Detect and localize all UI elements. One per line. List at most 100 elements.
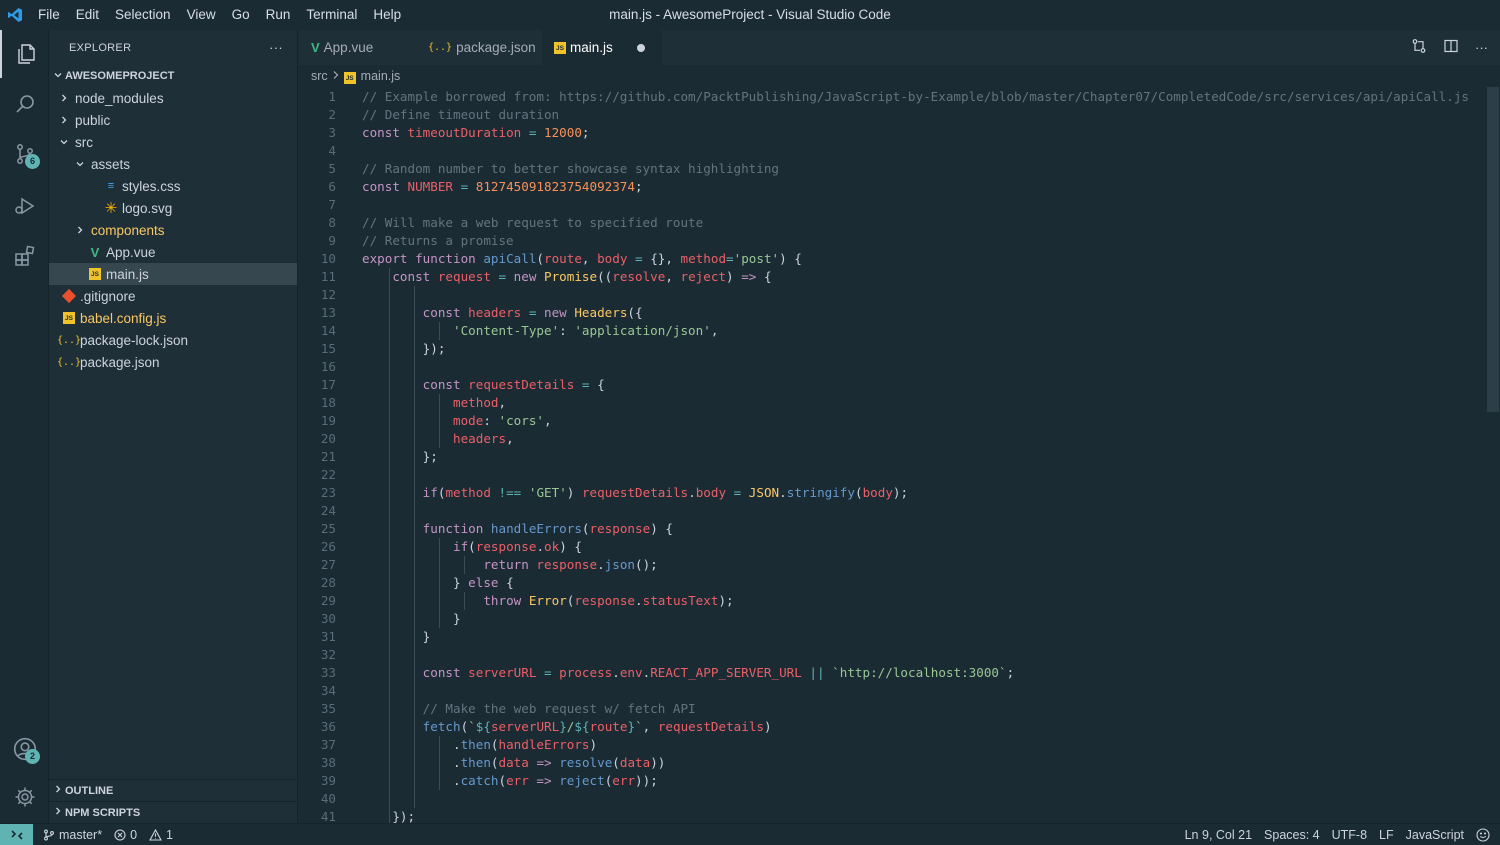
code-token: stringify (786, 485, 855, 500)
explorer-title: EXPLORER (69, 41, 132, 54)
file-item[interactable]: {..} package.json (49, 351, 297, 373)
code-token: method (680, 251, 727, 266)
code-token: then (460, 737, 491, 752)
more-actions-icon[interactable]: ··· (1475, 40, 1488, 55)
branch-status[interactable]: master* (37, 828, 108, 842)
code-line: 32 (299, 646, 1489, 664)
indentation[interactable]: Spaces: 4 (1258, 828, 1326, 842)
scm-badge: 6 (25, 154, 40, 169)
code-line: 31 } (299, 628, 1489, 646)
folder-item[interactable]: public (49, 109, 297, 131)
indent-guide (414, 286, 415, 808)
line-number: 8 (328, 215, 336, 230)
code-token: const (422, 665, 469, 680)
file-item[interactable]: JS main.js (49, 263, 297, 285)
line-number: 30 (320, 611, 336, 626)
code-token: statusText (642, 593, 719, 608)
editor-tab[interactable]: {..} package.json (416, 30, 542, 65)
file-item[interactable]: JS babel.config.js (49, 307, 297, 329)
code-line: 15 }); (299, 340, 1489, 358)
file-item[interactable]: ≡ styles.css (49, 175, 297, 197)
npm-scripts-section-header[interactable]: NPM SCRIPTS (49, 801, 298, 823)
search-icon[interactable] (0, 80, 49, 128)
problems-status[interactable]: 0 1 (108, 828, 179, 842)
file-item[interactable]: {..} package-lock.json (49, 329, 297, 351)
menu-run[interactable]: Run (258, 0, 299, 30)
menu-view[interactable]: View (179, 0, 224, 30)
line-text: function handleErrors(response) { (362, 520, 673, 538)
extensions-icon[interactable] (0, 232, 49, 280)
cursor-position[interactable]: Ln 9, Col 21 (1179, 828, 1258, 842)
explorer-icon[interactable] (0, 30, 49, 78)
menu-go[interactable]: Go (224, 0, 258, 30)
settings-gear-icon[interactable] (0, 773, 49, 821)
project-section-header[interactable]: AWESOMEPROJECT (49, 65, 297, 87)
code-token: const (362, 125, 408, 140)
folder-item[interactable]: node_modules (49, 87, 297, 109)
line-number: 21 (320, 449, 336, 464)
code-token: (( (597, 269, 613, 284)
code-token: handleErrors (498, 737, 590, 752)
menu-file[interactable]: File (30, 0, 68, 30)
breadcrumb-file[interactable]: main.js (361, 69, 401, 83)
menu-selection[interactable]: Selection (107, 0, 179, 30)
code-token: catch (460, 773, 499, 788)
run-debug-icon[interactable] (0, 182, 49, 230)
folder-item[interactable]: components (49, 219, 297, 241)
code-token: ${ (475, 719, 491, 734)
code-token: = (453, 179, 476, 194)
code-line: 8 // Will make a web request to specified… (299, 214, 1489, 232)
chevron-right-icon (53, 806, 63, 819)
file-item[interactable]: V App.vue (49, 241, 297, 263)
line-number: 28 (320, 575, 336, 590)
menu-terminal[interactable]: Terminal (298, 0, 365, 30)
code-token: apiCall (483, 251, 537, 266)
menu-edit[interactable]: Edit (68, 0, 107, 30)
language-mode[interactable]: JavaScript (1400, 828, 1470, 842)
line-number: 10 (320, 251, 336, 266)
split-editor-icon[interactable] (1443, 38, 1459, 57)
code-editor[interactable]: 1 // Example borrowed from: https://githu… (299, 87, 1489, 823)
code-token: // Define timeout duration (362, 107, 560, 122)
editor-tab[interactable]: JS main.js (542, 30, 662, 65)
editor-scrollbar[interactable] (1487, 87, 1499, 412)
line-text: } else { (362, 574, 514, 592)
folder-item[interactable]: assets (49, 153, 297, 175)
outline-section-header[interactable]: OUTLINE (49, 779, 298, 801)
end-of-line[interactable]: LF (1373, 828, 1400, 842)
title-bar: File Edit Selection View Go Run Terminal… (0, 0, 1500, 30)
file-item[interactable]: .gitignore (49, 285, 297, 307)
open-changes-icon[interactable] (1411, 38, 1427, 57)
tree-item-label: src (75, 134, 93, 150)
menu-help[interactable]: Help (365, 0, 409, 30)
feedback-smiley-icon[interactable] (1470, 828, 1496, 842)
file-item[interactable]: ✳ logo.svg (49, 197, 297, 219)
code-line: 16 (299, 358, 1489, 376)
remote-indicator-icon[interactable] (0, 823, 33, 845)
accounts-icon[interactable]: 2 (0, 725, 49, 773)
editor-tab[interactable]: V App.vue (299, 30, 416, 65)
code-token: reject (680, 269, 727, 284)
line-number: 14 (320, 323, 336, 338)
folder-item[interactable]: src (49, 131, 297, 153)
code-token: serverURL (468, 665, 537, 680)
unsaved-dot-icon[interactable] (636, 43, 645, 52)
code-token: 'Content-Type' (453, 323, 560, 338)
code-line: 12 (299, 286, 1489, 304)
line-number: 33 (320, 665, 336, 680)
line-text: method, (362, 394, 506, 412)
code-token: response (574, 593, 636, 608)
source-control-icon[interactable]: 6 (0, 130, 49, 178)
code-token: timeoutDuration (407, 125, 522, 140)
line-number: 26 (320, 539, 336, 554)
more-actions-icon[interactable]: ··· (269, 40, 283, 55)
line-text: if(method !== 'GET') requestDetails.body… (362, 484, 908, 502)
encoding[interactable]: UTF-8 (1326, 828, 1373, 842)
code-token: ( (498, 773, 507, 788)
line-number: 27 (320, 557, 336, 572)
breadcrumb-folder[interactable]: src (311, 69, 328, 83)
code-line: 23 if(method !== 'GET') requestDetails.b… (299, 484, 1489, 502)
code-token: || (801, 665, 833, 680)
code-token: export function (362, 251, 484, 266)
line-number: 13 (320, 305, 336, 320)
